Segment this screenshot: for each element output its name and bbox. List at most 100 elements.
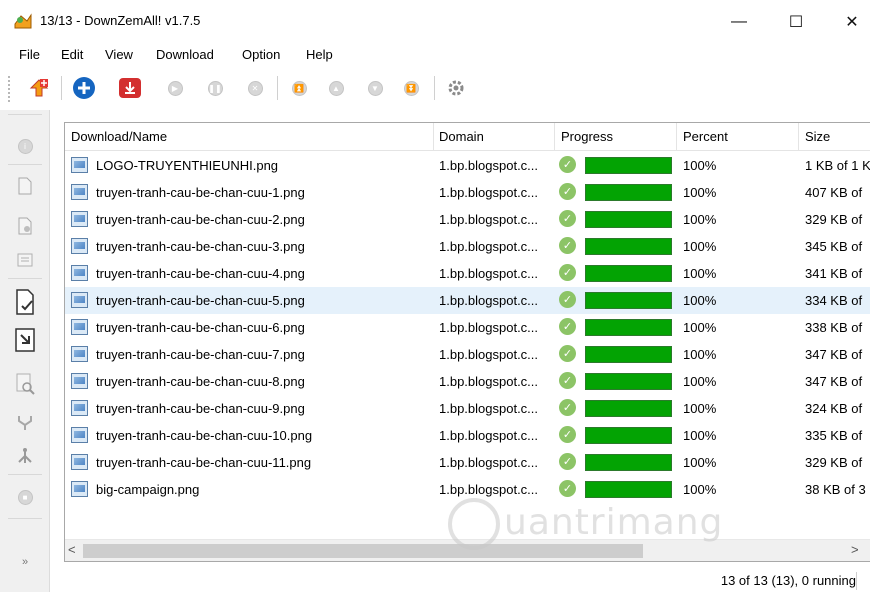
file-name: big-campaign.png xyxy=(96,482,200,497)
cancel-icon[interactable]: ✕ xyxy=(242,75,268,101)
file-name: truyen-tranh-cau-be-chan-cuu-6.png xyxy=(96,320,305,335)
file-settings-icon[interactable] xyxy=(13,214,37,238)
minimize-button[interactable]: — xyxy=(716,8,762,36)
menu-help[interactable]: Help xyxy=(306,47,333,62)
move-down-icon[interactable]: ▼ xyxy=(362,75,388,101)
menu-download[interactable]: Download xyxy=(156,47,214,62)
close-button[interactable]: ✕ xyxy=(829,8,870,36)
sidebar-grip[interactable] xyxy=(8,114,42,115)
completed-check-icon: ✓ xyxy=(559,426,576,443)
table-row[interactable]: truyen-tranh-cau-be-chan-cuu-7.png 1.bp.b… xyxy=(65,341,870,368)
toolbar-grip[interactable] xyxy=(8,76,12,102)
completed-check-icon: ✓ xyxy=(559,372,576,389)
table-row[interactable]: LOGO-TRUYENTHIEUNHI.png 1.bp.blogspot.c..… xyxy=(65,152,870,179)
file-domain: 1.bp.blogspot.c... xyxy=(439,455,539,470)
progress-bar xyxy=(585,427,672,444)
progress-bar xyxy=(585,184,672,201)
table-row[interactable]: truyen-tranh-cau-be-chan-cuu-1.png 1.bp.b… xyxy=(65,179,870,206)
scrollbar-thumb[interactable] xyxy=(83,544,643,558)
column-percent[interactable]: Percent xyxy=(683,129,728,144)
completed-check-icon: ✓ xyxy=(559,237,576,254)
stop-icon[interactable]: ■ xyxy=(13,485,37,509)
file-size: 1 KB of 1 KB xyxy=(805,158,870,173)
completed-file-icon[interactable] xyxy=(13,289,37,315)
menu-edit[interactable]: Edit xyxy=(61,47,83,62)
scroll-right-arrow[interactable]: > xyxy=(851,542,859,557)
file-name: truyen-tranh-cau-be-chan-cuu-9.png xyxy=(96,401,305,416)
completed-check-icon: ✓ xyxy=(559,264,576,281)
file-percent: 100% xyxy=(683,347,717,362)
open-file-icon[interactable] xyxy=(13,328,37,352)
progress-bar xyxy=(585,481,672,498)
menu-file[interactable]: File xyxy=(19,47,40,62)
table-row[interactable]: truyen-tranh-cau-be-chan-cuu-11.png 1.bp.… xyxy=(65,449,870,476)
find-file-icon[interactable] xyxy=(13,372,37,396)
progress-bar xyxy=(585,238,672,255)
file-name: truyen-tranh-cau-be-chan-cuu-10.png xyxy=(96,428,313,443)
sidebar-separator xyxy=(8,164,42,165)
file-size: 329 KB of xyxy=(805,212,863,227)
filter-icon[interactable] xyxy=(13,411,37,435)
menu-view[interactable]: View xyxy=(105,47,133,62)
column-size[interactable]: Size xyxy=(805,129,830,144)
column-divider[interactable] xyxy=(554,123,555,151)
scroll-left-arrow[interactable]: < xyxy=(68,542,76,557)
move-top-icon[interactable]: ⏫ xyxy=(286,75,312,101)
add-batch-icon[interactable] xyxy=(26,75,52,101)
file-domain: 1.bp.blogspot.c... xyxy=(439,320,539,335)
progress-bar xyxy=(585,157,672,174)
file-domain: 1.bp.blogspot.c... xyxy=(439,401,539,416)
table-row[interactable]: truyen-tranh-cau-be-chan-cuu-3.png 1.bp.b… xyxy=(65,233,870,260)
file-percent: 100% xyxy=(683,482,717,497)
column-divider[interactable] xyxy=(433,123,434,151)
file-name: LOGO-TRUYENTHIEUNHI.png xyxy=(96,158,279,173)
file-percent: 100% xyxy=(683,158,717,173)
file-name: truyen-tranh-cau-be-chan-cuu-4.png xyxy=(96,266,305,281)
pause-icon[interactable]: ❚❚ xyxy=(202,75,228,101)
table-row[interactable]: truyen-tranh-cau-be-chan-cuu-6.png 1.bp.b… xyxy=(65,314,870,341)
menu-option[interactable]: Option xyxy=(242,47,280,62)
maximize-button[interactable]: ☐ xyxy=(773,8,819,36)
horizontal-scrollbar[interactable]: < > xyxy=(65,539,870,561)
add-url-icon[interactable] xyxy=(71,75,97,101)
tree-icon[interactable] xyxy=(13,444,37,468)
file-icon[interactable] xyxy=(13,174,37,198)
image-file-icon xyxy=(71,427,88,443)
column-domain[interactable]: Domain xyxy=(439,129,484,144)
downloads-list[interactable]: Download/Name Domain Progress Percent Si… xyxy=(64,122,870,562)
column-progress[interactable]: Progress xyxy=(561,129,613,144)
table-row[interactable]: truyen-tranh-cau-be-chan-cuu-8.png 1.bp.b… xyxy=(65,368,870,395)
progress-bar xyxy=(585,400,672,417)
image-file-icon xyxy=(71,481,88,497)
resume-icon[interactable]: ▶ xyxy=(162,75,188,101)
table-row[interactable]: truyen-tranh-cau-be-chan-cuu-10.png 1.bp.… xyxy=(65,422,870,449)
image-file-icon xyxy=(71,265,88,281)
file-percent: 100% xyxy=(683,401,717,416)
column-divider[interactable] xyxy=(798,123,799,151)
info-icon[interactable]: i xyxy=(13,134,37,158)
file-size: 338 KB of xyxy=(805,320,863,335)
download-icon[interactable] xyxy=(117,75,143,101)
table-row[interactable]: truyen-tranh-cau-be-chan-cuu-9.png 1.bp.b… xyxy=(65,395,870,422)
file-text-icon[interactable] xyxy=(13,248,37,272)
table-row[interactable]: truyen-tranh-cau-be-chan-cuu-4.png 1.bp.b… xyxy=(65,260,870,287)
move-up-icon[interactable]: ▲ xyxy=(323,75,349,101)
image-file-icon xyxy=(71,454,88,470)
move-bottom-icon[interactable]: ⏬ xyxy=(398,75,424,101)
table-row[interactable]: big-campaign.png 1.bp.blogspot.c... ✓ 100% 3… xyxy=(65,476,870,503)
list-header: Download/Name Domain Progress Percent Si… xyxy=(65,123,870,151)
file-size: 341 KB of xyxy=(805,266,863,281)
table-row[interactable]: truyen-tranh-cau-be-chan-cuu-2.png 1.bp.b… xyxy=(65,206,870,233)
file-percent: 100% xyxy=(683,374,717,389)
toolbar-separator xyxy=(61,76,62,100)
column-name[interactable]: Download/Name xyxy=(71,129,167,144)
file-size: 38 KB of 3 xyxy=(805,482,866,497)
more-icon[interactable]: » xyxy=(13,550,37,574)
completed-check-icon: ✓ xyxy=(559,156,576,173)
toolbar-separator xyxy=(277,76,278,100)
column-divider[interactable] xyxy=(676,123,677,151)
settings-icon[interactable] xyxy=(443,75,469,101)
table-row[interactable]: truyen-tranh-cau-be-chan-cuu-5.png 1.bp.b… xyxy=(65,287,870,314)
sidebar-separator xyxy=(8,518,42,519)
completed-check-icon: ✓ xyxy=(559,318,576,335)
